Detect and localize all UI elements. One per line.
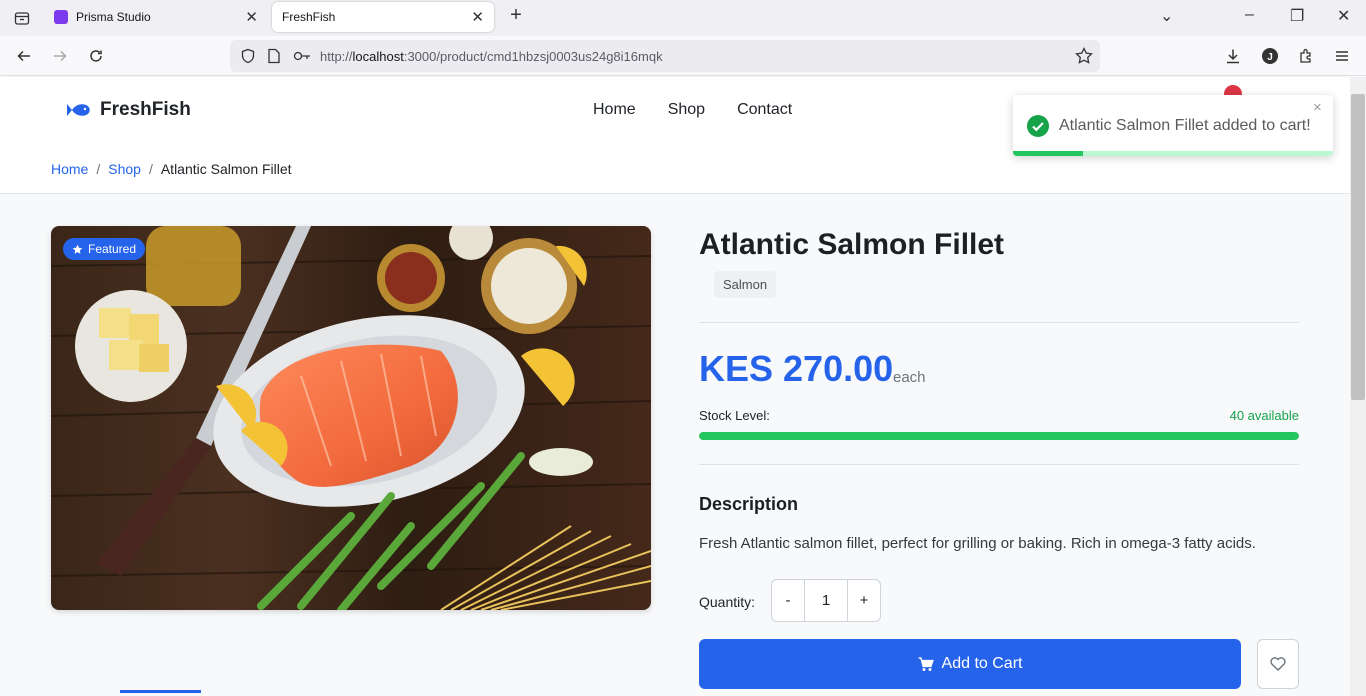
close-tab-icon[interactable]: ✕ — [471, 8, 484, 26]
extensions-icon[interactable] — [1294, 44, 1318, 68]
restore-icon[interactable]: ❐ — [1290, 6, 1304, 26]
stock-label: Stock Level: — [699, 408, 770, 423]
nav-contact[interactable]: Contact — [737, 101, 792, 119]
prisma-favicon-icon — [54, 10, 68, 24]
add-to-cart-label: Add to Cart — [941, 655, 1023, 672]
quantity-stepper: - 1 + — [771, 579, 881, 622]
minimize-icon[interactable]: – — [1245, 6, 1254, 24]
description-text: Fresh Atlantic salmon fillet, perfect fo… — [699, 535, 1256, 552]
window-close-icon[interactable]: ✕ — [1337, 6, 1350, 26]
quantity-input[interactable]: 1 — [804, 580, 848, 621]
account-avatar-icon[interactable]: J — [1258, 44, 1282, 68]
featured-badge: Featured — [63, 238, 146, 260]
divider — [699, 464, 1299, 465]
check-circle-icon — [1027, 115, 1049, 137]
brand-logo[interactable]: FreshFish — [66, 99, 191, 121]
new-tab-icon[interactable]: + — [504, 4, 528, 28]
brand-name: FreshFish — [100, 99, 191, 120]
description-heading: Description — [699, 494, 799, 514]
hamburger-menu-icon[interactable] — [1330, 44, 1354, 68]
nav-shop[interactable]: Shop — [668, 101, 705, 119]
cart-icon — [918, 656, 934, 671]
back-icon[interactable] — [12, 44, 36, 68]
status-indicator — [120, 690, 201, 693]
product-image: Featured — [51, 226, 651, 610]
breadcrumb: Home / Shop / Atlantic Salmon Fillet — [51, 161, 292, 177]
breadcrumb-home[interactable]: Home — [51, 161, 88, 177]
main-nav: Home Shop Contact — [593, 101, 792, 119]
page-info-icon[interactable] — [267, 48, 281, 69]
decrease-quantity-button[interactable]: - — [772, 580, 804, 621]
featured-label: Featured — [88, 242, 137, 256]
price-unit: each — [893, 369, 926, 386]
tab-title: Prisma Studio — [76, 10, 151, 24]
nav-home[interactable]: Home — [593, 101, 636, 119]
toast-message: Atlantic Salmon Fillet added to cart! — [1059, 117, 1311, 134]
svg-text:J: J — [1267, 52, 1273, 63]
quantity-label: Quantity: — [699, 594, 756, 610]
chevron-down-icon[interactable]: ⌄ — [1160, 6, 1173, 26]
stock-available: 40 available — [1229, 408, 1299, 423]
increase-quantity-button[interactable]: + — [848, 580, 880, 621]
product-price: KES 270.00 — [699, 348, 894, 389]
browser-navbar: http://localhost:3000/product/cmd1hbzsj0… — [0, 36, 1366, 76]
heart-icon — [1270, 657, 1286, 671]
divider — [699, 322, 1299, 323]
download-icon[interactable] — [1221, 44, 1245, 68]
toast-progress-bar — [1013, 151, 1084, 156]
shield-icon[interactable] — [240, 48, 256, 69]
star-icon — [72, 244, 83, 254]
stock-progress-fill — [699, 432, 1299, 440]
tab-prisma-studio[interactable]: Prisma Studio ✕ — [44, 2, 268, 32]
tab-list-icon[interactable] — [8, 4, 36, 32]
add-to-cart-button[interactable]: Add to Cart — [699, 639, 1241, 689]
toast-notification: Atlantic Salmon Fillet added to cart! × — [1013, 95, 1333, 156]
wishlist-button[interactable] — [1257, 639, 1299, 689]
breadcrumb-shop[interactable]: Shop — [108, 161, 141, 177]
close-tab-icon[interactable]: ✕ — [245, 8, 258, 26]
breadcrumb-current: Atlantic Salmon Fillet — [160, 161, 292, 177]
toast-close-icon[interactable]: × — [1313, 99, 1322, 116]
breadcrumb-separator: / — [148, 161, 153, 177]
stock-progress-bar — [699, 432, 1299, 440]
tab-title: FreshFish — [282, 10, 336, 24]
breadcrumb-separator: / — [96, 161, 101, 177]
salmon-photo — [51, 226, 651, 610]
url-bar[interactable]: http://localhost:3000/product/cmd1hbzsj0… — [230, 40, 1100, 72]
scrollbar-thumb[interactable] — [1351, 94, 1365, 400]
product-title: Atlantic Salmon Fillet — [699, 228, 1005, 261]
category-tag[interactable]: Salmon — [714, 271, 777, 298]
forward-icon[interactable] — [48, 44, 72, 68]
url-text: http://localhost:3000/product/cmd1hbzsj0… — [320, 49, 663, 64]
key-icon[interactable] — [293, 48, 311, 69]
fish-icon — [67, 104, 90, 116]
reload-icon[interactable] — [84, 44, 108, 68]
bookmark-star-icon[interactable] — [1075, 47, 1093, 70]
tab-freshfish[interactable]: FreshFish ✕ — [272, 2, 494, 32]
browser-tabbar: Prisma Studio ✕ FreshFish ✕ + ⌄ – ❐ ✕ — [0, 0, 1366, 36]
